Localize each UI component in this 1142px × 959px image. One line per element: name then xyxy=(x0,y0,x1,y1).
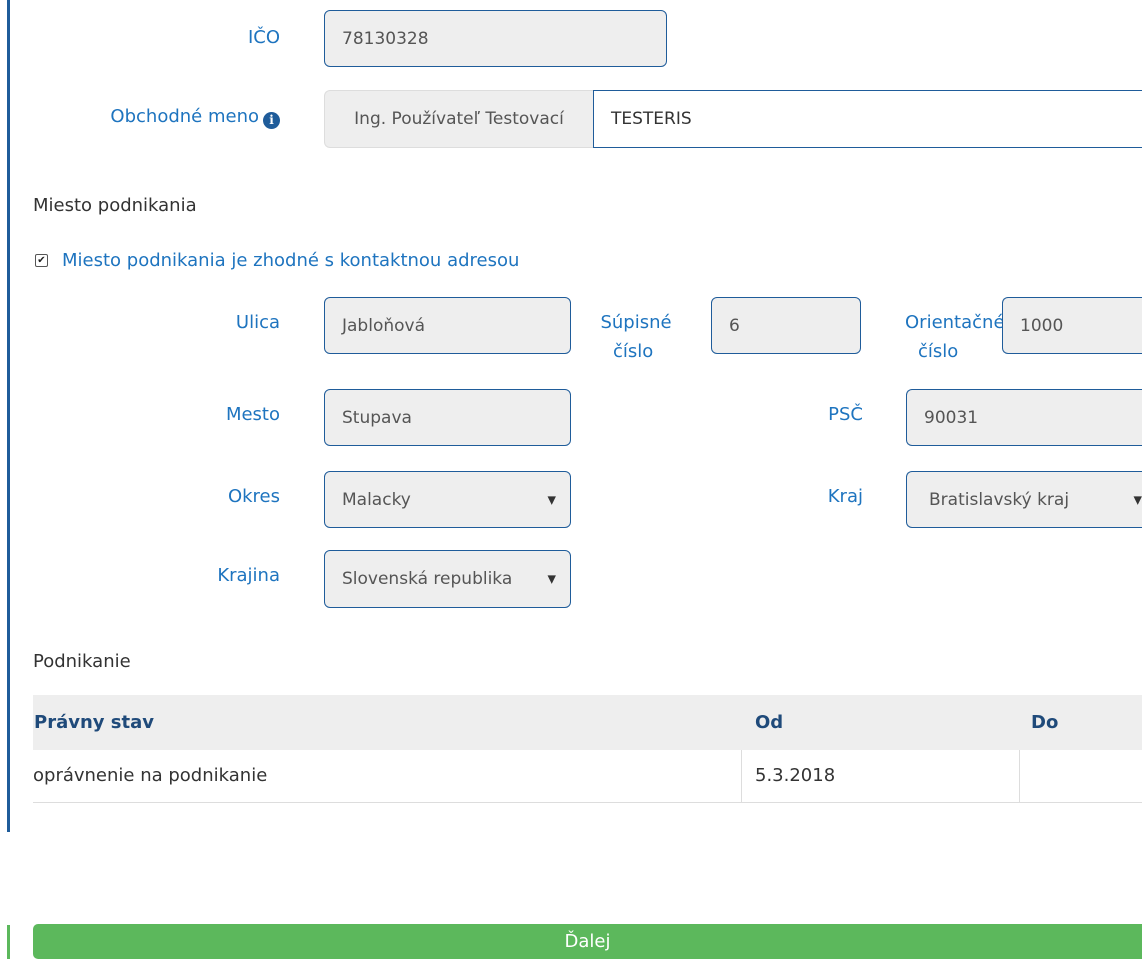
column-label: Právny stav xyxy=(34,712,154,733)
table-header-do: Do xyxy=(1031,712,1059,733)
kraj-value: Bratislavský kraj xyxy=(929,489,1070,510)
psc-label: PSČ xyxy=(828,404,863,425)
kraj-label: Kraj xyxy=(827,486,863,507)
orientacne-cislo-label-line1: Orientačné xyxy=(905,312,1005,333)
info-icon[interactable]: i xyxy=(263,111,280,129)
table-cell-od: 5.3.2018 xyxy=(755,765,836,786)
ulica-field[interactable]: Jabloňová xyxy=(324,297,571,354)
orientacne-cislo-value: 1000 xyxy=(1020,315,1064,336)
ico-value: 78130328 xyxy=(342,28,429,49)
ico-field[interactable]: 78130328 xyxy=(324,10,667,67)
obchodne-meno-label: Obchodné meno i xyxy=(40,106,280,129)
caret-down-icon: ▼ xyxy=(547,493,556,506)
supisne-cislo-field[interactable]: 6 xyxy=(711,297,861,354)
krajina-value: Slovenská republika xyxy=(342,569,513,589)
supisne-cislo-label-line1: Súpisné xyxy=(600,312,672,333)
table-header-od: Od xyxy=(755,712,784,733)
obchodne-meno-input[interactable]: TESTERIS xyxy=(593,90,1142,148)
orientacne-cislo-label-line2: číslo xyxy=(918,341,959,362)
button-section-border-left xyxy=(7,925,10,959)
ulica-value: Jabloňová xyxy=(342,315,425,336)
supisne-cislo-value: 6 xyxy=(729,315,740,336)
miesto-podnikania-checkbox[interactable]: ✔ xyxy=(35,254,48,267)
ico-label: IČO xyxy=(247,27,280,48)
mesto-field[interactable]: Stupava xyxy=(324,389,571,446)
miesto-podnikania-title: Miesto podnikania xyxy=(33,195,197,216)
obchodne-meno-prefix-text: Ing. Používateľ Testovací xyxy=(354,109,564,129)
orientacne-cislo-label: Orientačné číslo xyxy=(905,312,1005,363)
table-divider xyxy=(1019,750,1020,802)
okres-label: Okres xyxy=(227,486,280,507)
caret-down-icon: ▼ xyxy=(1133,493,1142,506)
table-header-row xyxy=(33,695,1142,750)
krajina-label: Krajina xyxy=(217,565,280,586)
orientacne-cislo-field[interactable]: 1000 xyxy=(1002,297,1142,354)
miesto-podnikania-checkbox-label[interactable]: Miesto podnikania je zhodné s kontaktnou… xyxy=(62,250,519,271)
mesto-label: Mesto xyxy=(225,404,280,425)
krajina-select[interactable]: Slovenská republika ▼ xyxy=(324,550,571,608)
okres-value: Malacky xyxy=(342,489,411,510)
ulica-label: Ulica xyxy=(235,312,280,333)
obchodne-meno-prefix: Ing. Používateľ Testovací xyxy=(324,90,593,148)
podnikanie-title: Podnikanie xyxy=(33,651,131,672)
checkmark-icon: ✔ xyxy=(37,254,46,266)
kraj-select[interactable]: Bratislavský kraj ▼ xyxy=(906,471,1142,528)
table-divider xyxy=(741,750,742,802)
caret-down-icon: ▼ xyxy=(547,572,556,586)
psc-value: 90031 xyxy=(924,407,979,428)
supisne-cislo-label: Súpisné číslo xyxy=(586,312,686,363)
okres-select[interactable]: Malacky ▼ xyxy=(324,471,571,528)
obchodne-meno-value: TESTERIS xyxy=(611,109,692,129)
next-button[interactable]: Ďalej xyxy=(33,924,1142,959)
table-row-bottom-border xyxy=(33,802,1142,803)
obchodne-meno-label-text: Obchodné meno xyxy=(110,106,259,127)
supisne-cislo-label-line2: číslo xyxy=(613,341,654,362)
table-header-pravny-stav: Právny stav xyxy=(33,695,154,750)
psc-field[interactable]: 90031 xyxy=(906,389,1142,446)
section-border-left xyxy=(7,0,10,832)
mesto-value: Stupava xyxy=(342,407,412,428)
table-cell-pravny-stav: oprávnenie na podnikanie xyxy=(33,765,268,786)
